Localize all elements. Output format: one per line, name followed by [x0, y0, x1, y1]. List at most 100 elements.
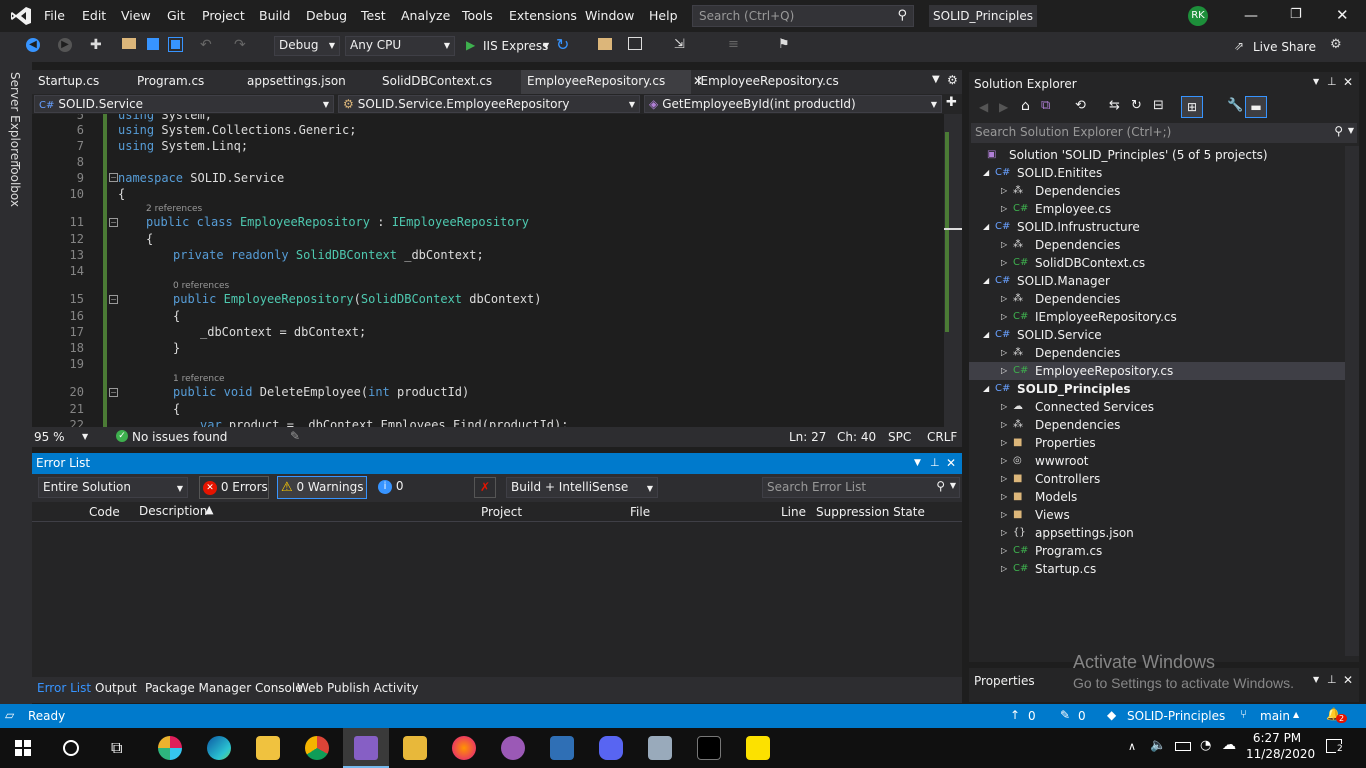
scope-select[interactable]: Entire Solution ▼: [38, 477, 188, 498]
collapse-namespace-icon[interactable]: −: [109, 173, 118, 182]
pin-icon[interactable]: ⊥: [1327, 75, 1337, 88]
chevron-down-icon[interactable]: ▼: [1313, 675, 1319, 684]
tree-item[interactable]: ▷ {} appsettings.json: [969, 524, 1345, 542]
close-panel-icon[interactable]: ✕: [946, 453, 956, 473]
menu-extensions[interactable]: Extensions: [509, 8, 577, 23]
save-icon[interactable]: [147, 38, 159, 50]
menu-view[interactable]: View: [121, 8, 151, 23]
warnings-filter-button[interactable]: ⚠ 0 Warnings: [277, 476, 367, 499]
collapsed-arrow-icon[interactable]: ▷: [1001, 200, 1007, 218]
back-icon[interactable]: ◀: [26, 38, 40, 52]
tab-overflow-icon[interactable]: ▼: [932, 74, 940, 85]
close-window-icon[interactable]: ✕: [1336, 6, 1349, 24]
split-editor-icon[interactable]: ✚: [946, 95, 957, 110]
discord-icon[interactable]: [599, 736, 623, 760]
tree-item[interactable]: ▷ C# IEmployeeRepository.cs: [969, 308, 1345, 326]
messages-filter-button[interactable]: i 0 Messages: [375, 476, 465, 514]
menu-test[interactable]: Test: [361, 8, 386, 23]
tree-item[interactable]: ▷ ⁂ Dependencies: [969, 182, 1345, 200]
forward-icon[interactable]: ▶: [58, 38, 72, 52]
class-dropdown[interactable]: ⚙ SOLID.Service.EmployeeRepository ▼: [338, 95, 640, 113]
collapsed-arrow-icon[interactable]: ▷: [1001, 344, 1007, 362]
chevron-down-icon[interactable]: ▼: [543, 41, 549, 50]
collapsed-arrow-icon[interactable]: ▷: [1001, 236, 1007, 254]
minimize-icon[interactable]: —: [1244, 8, 1258, 24]
column-header-description[interactable]: Description: [139, 504, 207, 518]
volume-icon[interactable]: 🔈: [1150, 738, 1166, 753]
column-header-file[interactable]: File: [630, 505, 650, 519]
menu-build[interactable]: Build: [259, 8, 290, 23]
column-indicator[interactable]: Ch: 40: [837, 430, 876, 444]
collapsed-arrow-icon[interactable]: ▷: [1001, 506, 1007, 524]
tab-employeerepository[interactable]: EmployeeRepository.cs ✕: [521, 70, 703, 94]
chevron-up-icon[interactable]: ▲: [1293, 710, 1299, 719]
menu-debug[interactable]: Debug: [306, 8, 347, 23]
codelens-references[interactable]: 0 references: [173, 281, 229, 291]
platform-select[interactable]: Any CPU ▼: [345, 36, 455, 56]
save-all-icon[interactable]: [168, 37, 183, 52]
close-panel-icon[interactable]: ✕: [1343, 673, 1353, 687]
errors-filter-button[interactable]: ✕ 0 Errors: [199, 476, 269, 499]
show-all-files-icon[interactable]: ⊞: [1181, 96, 1203, 118]
terminal-icon[interactable]: [697, 736, 721, 760]
firefox-icon[interactable]: [452, 736, 476, 760]
expanded-arrow-icon[interactable]: ◢: [983, 326, 989, 344]
collapsed-arrow-icon[interactable]: ▷: [1001, 182, 1007, 200]
zoom-level[interactable]: 95 %: [34, 430, 65, 444]
tray-chevron-up-icon[interactable]: ∧: [1128, 740, 1136, 753]
line-ending-indicator[interactable]: CRLF: [927, 430, 957, 444]
chrome-icon[interactable]: [305, 736, 329, 760]
collapsed-arrow-icon[interactable]: ▷: [1001, 398, 1007, 416]
step-into-icon[interactable]: ⇲: [674, 37, 685, 52]
configuration-select[interactable]: Debug ▼: [274, 36, 340, 56]
comment-icon[interactable]: ≡: [728, 37, 739, 52]
slack-icon[interactable]: [158, 736, 182, 760]
repository-name[interactable]: SOLID-Principles: [1127, 709, 1225, 723]
device-manager-icon[interactable]: [648, 736, 672, 760]
refresh-icon[interactable]: ↻: [1131, 98, 1142, 113]
clear-filter-icon[interactable]: ✗: [474, 477, 496, 498]
visual-studio-taskbar-item[interactable]: [343, 728, 389, 768]
undo-icon[interactable]: ↶: [200, 37, 212, 53]
switch-views-icon[interactable]: ⧉: [1041, 98, 1050, 113]
arrow-up-icon[interactable]: ↑: [1010, 708, 1020, 722]
open-folder-icon[interactable]: [122, 38, 136, 49]
collapsed-arrow-icon[interactable]: ▷: [1001, 290, 1007, 308]
tab-soliddbcontext[interactable]: SolidDBContext.cs: [376, 70, 498, 94]
menu-analyze[interactable]: Analyze: [401, 8, 450, 23]
codelens-references[interactable]: 1 reference: [173, 374, 225, 384]
sticky-notes-icon[interactable]: [746, 736, 770, 760]
back-icon[interactable]: ◀: [979, 100, 988, 114]
wifi-icon[interactable]: ◔: [1200, 738, 1211, 753]
pending-changes-icon[interactable]: ⟲: [1075, 98, 1086, 113]
error-search-input[interactable]: Search Error List ⚲ ▼: [762, 477, 960, 498]
sync-icon[interactable]: ⇆: [1109, 98, 1120, 113]
chevron-down-icon[interactable]: ▼: [914, 453, 921, 473]
tree-item[interactable]: ▷ ⁂ Dependencies: [969, 416, 1345, 434]
tab-appsettings[interactable]: appsettings.json: [241, 70, 352, 94]
collapse-ctor-icon[interactable]: −: [109, 295, 118, 304]
tree-item[interactable]: ▷ ☁ Connected Services: [969, 398, 1345, 416]
expanded-arrow-icon[interactable]: ◢: [983, 164, 989, 182]
changes-count[interactable]: 0: [1078, 709, 1086, 723]
menu-project[interactable]: Project: [202, 8, 245, 23]
tab-web-publish-activity[interactable]: Web Publish Activity: [297, 681, 418, 695]
refresh-icon[interactable]: ↻: [556, 35, 569, 54]
tree-item[interactable]: ◢ C# SOLID.Infrustructure: [969, 218, 1345, 236]
tree-item[interactable]: ▷ ⁂ Dependencies: [969, 344, 1345, 362]
pin-icon[interactable]: ⊥: [930, 453, 940, 473]
remote-desktop-icon[interactable]: [550, 736, 574, 760]
collapsed-arrow-icon[interactable]: ▷: [1001, 560, 1007, 578]
close-panel-icon[interactable]: ✕: [1343, 75, 1353, 89]
project-dropdown[interactable]: C# SOLID.Service ▼: [34, 95, 334, 113]
chevron-down-icon[interactable]: ▼: [1313, 77, 1319, 86]
bookmark-icon[interactable]: ⚑: [778, 37, 790, 52]
menu-help[interactable]: Help: [649, 8, 678, 23]
tab-output[interactable]: Output: [95, 681, 137, 695]
collapsed-arrow-icon[interactable]: ▷: [1001, 434, 1007, 452]
branch-icon[interactable]: ⑂: [1240, 707, 1247, 721]
collapsed-arrow-icon[interactable]: ▷: [1001, 416, 1007, 434]
tree-item[interactable]: ▷ ■ Models: [969, 488, 1345, 506]
scrollbar[interactable]: [1345, 146, 1359, 656]
tree-item[interactable]: ▷ C# Program.cs: [969, 542, 1345, 560]
